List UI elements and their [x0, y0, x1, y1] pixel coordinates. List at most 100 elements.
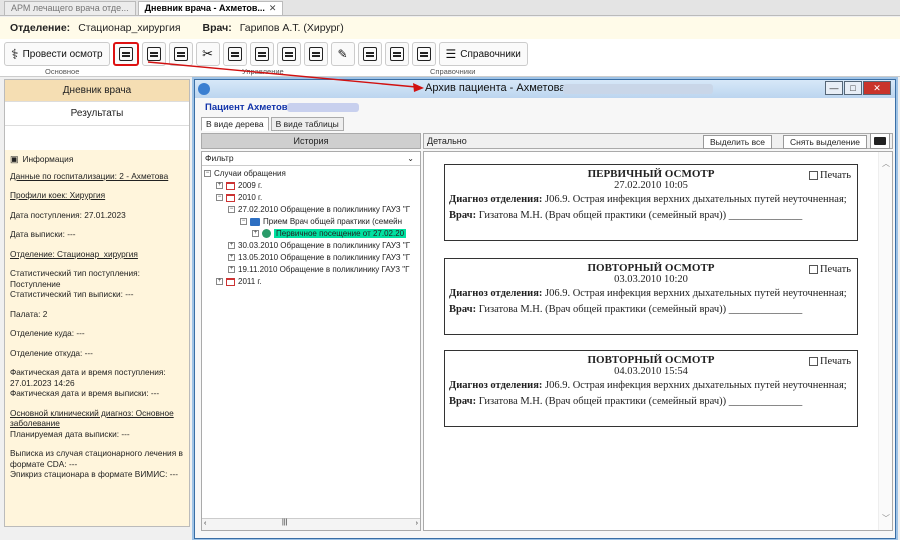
exam-doctor: Врач: Гизатова М.Н. (Врач общей практики…	[449, 304, 853, 315]
form-icon	[308, 47, 323, 61]
exam-doctor: Врач: Гизатова М.Н. (Врач общей практики…	[449, 210, 853, 221]
vertical-scrollbar[interactable]: ︿ ﹀	[878, 152, 892, 530]
diagnosis-text: J06.9. Острая инфекция верхних дыхательн…	[542, 288, 847, 299]
exam-date: 03.03.2010 10:20	[614, 274, 688, 285]
expand-icon: +	[252, 230, 259, 237]
tool-button-7[interactable]	[276, 42, 301, 66]
scroll-thumb-icon[interactable]: |||	[282, 519, 287, 526]
tool-button-3[interactable]	[168, 42, 193, 66]
tree-visit-label: Прием Врач общей практики (семейн	[263, 217, 403, 226]
tree-case-1-label: 27.02.2010 Обращение в поликлинику ГАУЗ …	[238, 205, 411, 214]
tab-diary-label: Дневник врача - Ахметов...	[144, 3, 265, 13]
bed-profile-link[interactable]: Профили коек: Хирургия	[10, 190, 184, 201]
diagnosis-link[interactable]: Основной клинический диагноз: Основное з…	[10, 408, 184, 429]
tree-node-case-2[interactable]: +30.03.2010 Обращение в поликлинику ГАУЗ…	[228, 241, 410, 250]
department-link[interactable]: Отделение: Стационар_хирургия	[10, 249, 184, 260]
document-icon	[146, 47, 161, 61]
add-record-icon	[362, 47, 377, 61]
exam-card-1: ПЕРВИЧНЫЙ ОСМОТР 27.02.2010 10:05 Печать…	[444, 164, 858, 241]
minimize-button[interactable]: —	[825, 81, 843, 95]
scroll-right-icon[interactable]: ›	[416, 520, 418, 527]
document-tabs: АРМ лечащего врача отде... Дневник врача…	[0, 0, 900, 16]
patient-label: Пациент Ахметова	[205, 102, 293, 113]
filter-dropdown[interactable]: Фильтр ⌄	[202, 152, 420, 166]
close-button[interactable]: ✕	[863, 81, 891, 95]
tree-2010-label: 2010 г.	[238, 193, 263, 202]
tree-2011-label: 2011 г.	[238, 277, 262, 286]
actual-admission: Фактическая дата и время поступления: 27…	[10, 367, 166, 388]
checkbox-icon	[808, 265, 818, 274]
tab-tree-view[interactable]: В виде дерева	[201, 117, 269, 131]
doctor-value: Гарипов А.Т. (Хирург)	[239, 22, 344, 34]
tool-button-2[interactable]	[141, 42, 166, 66]
exam-diagnosis: Диагноз отделения: J06.9. Острая инфекци…	[449, 194, 853, 206]
calendar-icon	[226, 193, 235, 202]
archive-button[interactable]	[112, 42, 139, 66]
group-refs-label: Справочники	[430, 67, 476, 76]
tool-button-6[interactable]	[249, 42, 274, 66]
tree-node-2010[interactable]: − 2010 г.	[216, 193, 262, 202]
expand-icon: +	[216, 278, 223, 285]
tree-node-case-1[interactable]: −27.02.2010 Обращение в поликлинику ГАУЗ…	[228, 205, 410, 214]
tree-node-first-visit[interactable]: + Первичное посещение от 27.02.20	[252, 229, 407, 238]
diagnosis-label: Диагноз отделения:	[449, 194, 543, 205]
stethoscope-plus-icon: ⚕	[11, 46, 19, 62]
info-icon: ▣	[10, 154, 19, 164]
hospitalization-link[interactable]: Данные по госпитализации: 2 - Ахметова	[10, 171, 184, 182]
tab-arm[interactable]: АРМ лечащего врача отде...	[4, 1, 136, 15]
filter-label: Фильтр	[205, 153, 234, 163]
checkbox-icon	[808, 357, 818, 366]
tab-diary[interactable]: Дневник врача - Ахметов... ✕	[137, 1, 284, 15]
tree-case-2-label: 30.03.2010 Обращение в поликлинику ГАУЗ …	[238, 241, 411, 250]
tree-node-2011[interactable]: +2011 г.	[216, 277, 262, 286]
diary-button[interactable]: Дневник врача	[5, 80, 189, 102]
collapse-icon: −	[204, 170, 211, 177]
tree-node-root[interactable]: − Случаи обращения	[204, 169, 286, 178]
tool-button-8[interactable]	[303, 42, 328, 66]
tool-button-11[interactable]	[384, 42, 409, 66]
edit-icon: ✎	[337, 47, 348, 61]
scroll-down-icon[interactable]: ﹀	[882, 513, 890, 524]
lab-icon	[227, 47, 242, 61]
print-checkbox[interactable]: Печать	[808, 356, 851, 367]
print-checkbox[interactable]: Печать	[808, 170, 851, 181]
calendar-icon	[226, 181, 235, 190]
ward: Палата: 2	[10, 308, 48, 319]
tool-button-12[interactable]	[411, 42, 436, 66]
stethoscope-icon	[254, 47, 269, 61]
info-title: ▣ Информация	[10, 154, 184, 165]
window-titlebar[interactable]: Архив пациента - Ахметова — □ ✕	[195, 80, 895, 98]
chevron-down-icon: ⌄	[407, 154, 414, 163]
dept-from: Отделение откуда: ---	[10, 347, 93, 358]
print-button[interactable]	[870, 133, 890, 149]
horizontal-scrollbar[interactable]: ‹ ||| ›	[202, 518, 420, 530]
scroll-up-icon[interactable]: ︿	[882, 158, 890, 169]
print-checkbox[interactable]: Печать	[808, 264, 851, 275]
diagnosis-text: J06.9. Острая инфекция верхних дыхательн…	[542, 380, 847, 391]
deselect-button[interactable]: Снять выделение	[783, 135, 868, 149]
scroll-left-icon[interactable]: ‹	[204, 520, 206, 527]
tool-button-5[interactable]	[222, 42, 247, 66]
exam-button[interactable]: ⚕ Провести осмотр	[4, 42, 110, 66]
select-all-button[interactable]: Выделить все	[703, 135, 772, 149]
report-icon	[281, 47, 296, 61]
tool-button-10[interactable]	[357, 42, 382, 66]
tab-table-view[interactable]: В виде таблицы	[270, 117, 344, 131]
tool-button-9[interactable]: ✎	[330, 42, 355, 66]
tree-node-case-4[interactable]: +19.11.2010 Обращение в поликлинику ГАУЗ…	[228, 265, 409, 274]
window-app-icon	[198, 83, 210, 95]
tree-node-case-3[interactable]: +13.05.2010 Обращение в поликлинику ГАУЗ…	[228, 253, 410, 262]
group-main-label: Основное	[45, 67, 80, 76]
redacted-patient-name	[287, 103, 359, 112]
references-button[interactable]: ☰ Справочники	[438, 42, 528, 66]
tree-node-visit[interactable]: − Прием Врач общей практики (семейн	[240, 217, 402, 226]
results-button[interactable]: Результаты	[5, 102, 189, 126]
tree-node-2009[interactable]: +2009 г.	[216, 181, 262, 190]
context-header: Отделение: Стационар_хирургия Врач: Гари…	[0, 17, 900, 39]
tool-button-4[interactable]: ✂	[195, 42, 220, 66]
close-tab-icon[interactable]: ✕	[269, 3, 277, 13]
admission-date: Дата поступления: 27.01.2023	[10, 209, 126, 220]
exam-card-3: ПОВТОРНЫЙ ОСМОТР 04.03.2010 15:54 Печать…	[444, 350, 858, 427]
maximize-button[interactable]: □	[844, 81, 862, 95]
vimis-epicrisis: Эпикриз стационара в формате ВИМИС: ---	[10, 469, 179, 479]
